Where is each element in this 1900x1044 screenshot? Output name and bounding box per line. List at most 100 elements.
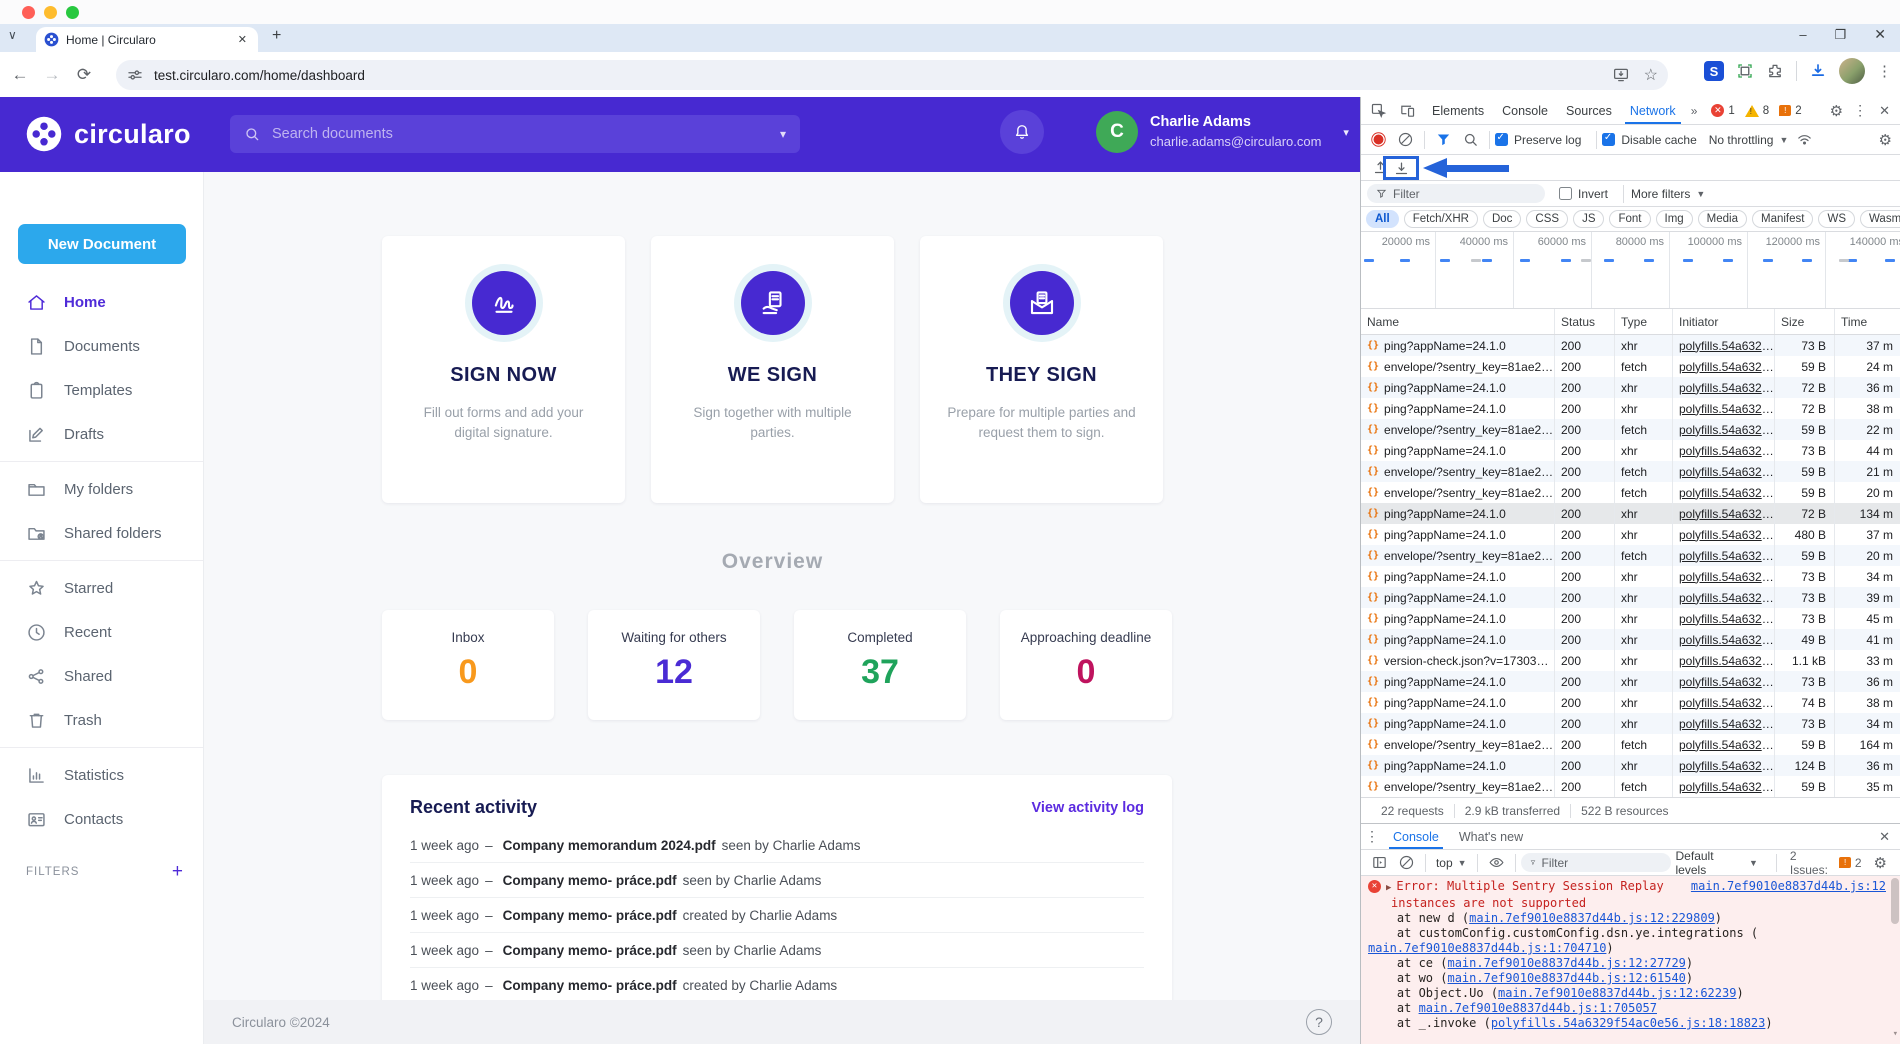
initiator-link[interactable]: polyfills.54a6329f5 <box>1679 423 1774 437</box>
stack-source-link[interactable]: main.7ef9010e8837d44b.js:12:27729 <box>1447 956 1685 970</box>
network-request-row[interactable]: {}envelope/?sentry_key=81ae2dd...200fetc… <box>1361 461 1900 482</box>
initiator-link[interactable]: polyfills.54a6329f5 <box>1679 696 1774 710</box>
activity-row[interactable]: 1 week ago – Company memorandum 2024.pdf… <box>410 828 1144 863</box>
network-request-row[interactable]: {}envelope/?sentry_key=81ae2dd...200fetc… <box>1361 776 1900 797</box>
network-request-row[interactable]: {}ping?appName=24.1.0200xhrpolyfills.54a… <box>1361 629 1900 650</box>
search-network-icon[interactable] <box>1462 131 1479 148</box>
whats-new-tab[interactable]: What's new <box>1449 824 1533 849</box>
console-drawer-tab[interactable]: Console <box>1383 824 1449 849</box>
console-scrollbar[interactable] <box>1891 878 1899 924</box>
tab-close-icon[interactable]: ✕ <box>235 33 250 46</box>
forward-icon[interactable]: → <box>36 65 68 85</box>
initiator-link[interactable]: polyfills.54a6329f5 <box>1679 444 1774 458</box>
error-source-link[interactable]: main.7ef9010e8837d44b.js:12 <box>1691 879 1886 894</box>
issues-badge[interactable]: !2 <box>1779 105 1801 117</box>
console-sidebar-icon[interactable] <box>1371 854 1388 871</box>
profile-avatar[interactable] <box>1839 58 1865 84</box>
chip-fetch-xhr[interactable]: Fetch/XHR <box>1404 210 1478 228</box>
network-filter-input[interactable] <box>1393 187 1513 201</box>
chip-img[interactable]: Img <box>1656 210 1693 228</box>
default-levels-select[interactable]: Default levels▼ <box>1671 849 1763 877</box>
stack-source-link[interactable]: main.7ef9010e8837d44b.js:12:61540 <box>1447 971 1685 985</box>
more-filters-button[interactable]: More filters▼ <box>1631 187 1705 201</box>
inspect-element-icon[interactable] <box>1370 102 1387 119</box>
extension-s-icon[interactable]: S <box>1704 61 1724 81</box>
network-request-row[interactable]: {}ping?appName=24.1.0200xhrpolyfills.54a… <box>1361 398 1900 419</box>
column-header-status[interactable]: Status <box>1555 309 1615 334</box>
mac-zoom-icon[interactable] <box>66 6 79 19</box>
initiator-link[interactable]: polyfills.54a6329f5 <box>1679 780 1774 794</box>
initiator-link[interactable]: polyfills.54a6329f5 <box>1679 507 1774 521</box>
network-request-row[interactable]: {}ping?appName=24.1.0200xhrpolyfills.54a… <box>1361 503 1900 524</box>
network-request-row[interactable]: {}ping?appName=24.1.0200xhrpolyfills.54a… <box>1361 566 1900 587</box>
disable-cache-checkbox[interactable]: Disable cache <box>1602 133 1696 147</box>
console-issues-badge[interactable]: 2 Issues: ! 2 <box>1790 849 1862 877</box>
network-request-row[interactable]: {}ping?appName=24.1.0200xhrpolyfills.54a… <box>1361 587 1900 608</box>
back-icon[interactable]: ← <box>4 65 36 85</box>
console-filter-wrap[interactable] <box>1521 853 1671 872</box>
console-warnings-badge[interactable]: 8 <box>1745 105 1769 117</box>
error-message[interactable]: Error: Multiple Sentry Session Replay <box>1396 879 1683 894</box>
tab-search-icon[interactable]: ∨ <box>8 28 17 42</box>
sidebar-item-my-folders[interactable]: My folders <box>0 467 203 511</box>
chip-all[interactable]: All <box>1366 210 1399 228</box>
stat-card-inbox[interactable]: Inbox0 <box>382 610 554 720</box>
clear-network-icon[interactable] <box>1397 131 1414 148</box>
initiator-link[interactable]: polyfills.54a6329f5 <box>1679 675 1774 689</box>
view-activity-log-link[interactable]: View activity log <box>1031 800 1144 816</box>
preserve-log-checkbox[interactable]: Preserve log <box>1495 133 1581 147</box>
stat-card-approaching-deadline[interactable]: Approaching deadline0 <box>1000 610 1172 720</box>
address-bar[interactable]: test.circularo.com/home/dashboard ☆ <box>116 60 1668 90</box>
column-header-initiator[interactable]: Initiator <box>1673 309 1775 334</box>
chip-doc[interactable]: Doc <box>1483 210 1521 228</box>
initiator-link[interactable]: polyfills.54a6329f5 <box>1679 759 1774 773</box>
record-network-icon[interactable] <box>1370 131 1387 148</box>
chip-ws[interactable]: WS <box>1818 210 1855 228</box>
console-context-select[interactable]: top▼ <box>1431 856 1472 870</box>
sidebar-item-trash[interactable]: Trash <box>0 698 203 742</box>
sign-card-we-sign[interactable]: WE SIGNSign together with multiple parti… <box>651 236 894 503</box>
new-tab-button[interactable]: + <box>272 27 281 45</box>
document-search[interactable]: ▾ <box>230 115 800 153</box>
network-request-row[interactable]: {}ping?appName=24.1.0200xhrpolyfills.54a… <box>1361 713 1900 734</box>
initiator-link[interactable]: polyfills.54a6329f5 <box>1679 738 1774 752</box>
clear-console-icon[interactable] <box>1398 854 1415 871</box>
column-header-size[interactable]: Size <box>1775 309 1835 334</box>
sidebar-item-statistics[interactable]: Statistics <box>0 753 203 797</box>
column-header-type[interactable]: Type <box>1615 309 1673 334</box>
network-settings-icon[interactable]: ⚙ <box>1875 131 1896 149</box>
browser-menu-icon[interactable]: ⋮ <box>1877 62 1892 80</box>
browser-tab[interactable]: Home | Circularo ✕ <box>36 27 258 52</box>
sidebar-item-recent[interactable]: Recent <box>0 610 203 654</box>
sign-card-sign-now[interactable]: SIGN NOWFill out forms and add your digi… <box>382 236 625 503</box>
network-request-row[interactable]: {}envelope/?sentry_key=81ae2dd...200fetc… <box>1361 482 1900 503</box>
chip-font[interactable]: Font <box>1609 210 1650 228</box>
stack-source-link[interactable]: main.7ef9010e8837d44b.js:1:705057 <box>1419 1001 1657 1015</box>
stack-source-link[interactable]: main.7ef9010e8837d44b.js:1:704710 <box>1368 941 1606 955</box>
initiator-link[interactable]: polyfills.54a6329f5 <box>1679 612 1774 626</box>
network-request-row[interactable]: {}envelope/?sentry_key=81ae2dd...200fetc… <box>1361 734 1900 755</box>
sidebar-item-shared-folders[interactable]: Shared folders <box>0 511 203 555</box>
downloads-icon[interactable] <box>1809 62 1827 80</box>
new-document-button[interactable]: New Document <box>18 224 186 264</box>
initiator-link[interactable]: polyfills.54a6329f5 <box>1679 339 1774 353</box>
search-dropdown-icon[interactable]: ▾ <box>780 127 786 141</box>
activity-row[interactable]: 1 week ago – Company memo- práce.pdfseen… <box>410 933 1144 968</box>
initiator-link[interactable]: polyfills.54a6329f5 <box>1679 654 1774 668</box>
column-header-time[interactable]: Time <box>1835 309 1900 334</box>
activity-row[interactable]: 1 week ago – Company memo- práce.pdfcrea… <box>410 968 1144 1003</box>
bookmark-star-icon[interactable]: ☆ <box>1644 65 1658 85</box>
console-settings-icon[interactable]: ⚙ <box>1870 854 1891 872</box>
devtools-tab-network[interactable]: Network <box>1621 97 1685 124</box>
stack-source-link[interactable]: polyfills.54a6329f54ac0e56.js:18:18823 <box>1491 1016 1766 1030</box>
eye-icon[interactable] <box>1488 854 1505 871</box>
circularo-logo[interactable]: circularo <box>26 116 191 152</box>
sidebar-item-contacts[interactable]: Contacts <box>0 797 203 841</box>
initiator-link[interactable]: polyfills.54a6329f5 <box>1679 717 1774 731</box>
device-toolbar-icon[interactable] <box>1399 102 1416 119</box>
help-button[interactable]: ? <box>1306 1009 1332 1035</box>
network-request-row[interactable]: {}ping?appName=24.1.0200xhrpolyfills.54a… <box>1361 440 1900 461</box>
initiator-link[interactable]: polyfills.54a6329f5 <box>1679 633 1774 647</box>
window-restore-icon[interactable]: ❐ <box>1835 27 1847 43</box>
expand-arrow-icon[interactable]: ▶ <box>1386 881 1391 896</box>
